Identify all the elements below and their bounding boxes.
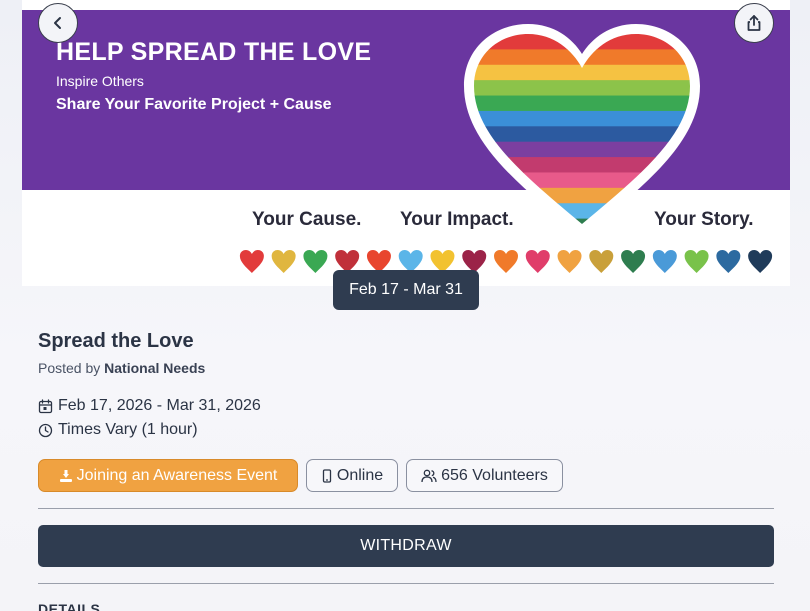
awareness-event-chip[interactable]: Joining an Awareness Event <box>38 459 298 492</box>
small-heart-icon <box>652 250 677 273</box>
users-icon <box>421 469 437 482</box>
banner-your-cause: Your Cause. <box>252 209 362 230</box>
heart-stripe <box>474 110 690 127</box>
small-heart-icon <box>557 250 582 273</box>
event-date-line: Feb 17, 2026 - Mar 31, 2026 <box>38 397 261 415</box>
clock-icon <box>38 423 53 437</box>
share-button[interactable] <box>734 3 774 43</box>
megaphone-icon <box>59 469 72 482</box>
banner-your-story: Your Story. <box>654 209 754 230</box>
posted-by-line: Posted by National Needs <box>38 360 205 376</box>
banner-headline: HELP SPREAD THE LOVE <box>56 38 372 66</box>
small-heart-icon <box>494 250 518 273</box>
heart-stripe <box>474 126 690 143</box>
small-heart-icon <box>748 250 773 273</box>
small-heart-icon <box>303 250 328 273</box>
online-chip-label: Online <box>336 466 384 484</box>
event-title: Spread the Love <box>38 330 194 352</box>
details-heading: DETAILS <box>38 601 101 611</box>
awareness-chip-label: Joining an Awareness Event <box>76 466 278 484</box>
section-divider <box>38 508 774 509</box>
small-heart-icon <box>589 250 614 273</box>
mobile-phone-icon <box>322 468 332 483</box>
small-heart-icon <box>684 250 709 273</box>
back-button[interactable] <box>38 3 78 43</box>
banner-tagline: Share Your Favorite Project + Cause <box>56 96 332 113</box>
online-chip[interactable]: Online <box>306 459 398 492</box>
small-hearts-row <box>239 250 773 273</box>
heart-stripe <box>474 95 690 112</box>
event-banner-image: HELP SPREAD THE LOVE Inspire Others Shar… <box>22 0 790 286</box>
volunteers-chip-label: 656 Volunteers <box>441 466 548 484</box>
banner-top-strip <box>22 0 790 10</box>
calendar-icon <box>38 398 53 413</box>
heart-stripe <box>474 80 690 97</box>
section-divider <box>38 583 774 584</box>
chevron-left-icon <box>54 17 61 29</box>
heart-stripe <box>474 172 690 189</box>
banner-your-impact: Your Impact. <box>400 209 514 230</box>
event-date-text: Feb 17, 2026 - Mar 31, 2026 <box>58 397 261 414</box>
small-heart-icon <box>271 250 296 273</box>
small-heart-icon <box>239 250 264 273</box>
withdraw-button[interactable]: WITHDRAW <box>38 525 774 567</box>
volunteers-chip[interactable]: 656 Volunteers <box>406 459 563 492</box>
event-time-line: Times Vary (1 hour) <box>38 421 198 439</box>
small-heart-icon <box>716 250 741 273</box>
share-icon <box>747 15 761 31</box>
date-range-pill: Feb 17 - Mar 31 <box>333 270 479 310</box>
banner-subtitle: Inspire Others <box>56 73 144 89</box>
heart-stripe <box>474 187 690 204</box>
event-time-text: Times Vary (1 hour) <box>58 421 198 438</box>
posted-by-prefix: Posted by <box>38 360 101 376</box>
small-heart-icon <box>525 250 550 273</box>
rainbow-heart-icon <box>464 24 700 236</box>
small-heart-icon <box>621 250 646 273</box>
organization-link[interactable]: National Needs <box>104 360 205 376</box>
